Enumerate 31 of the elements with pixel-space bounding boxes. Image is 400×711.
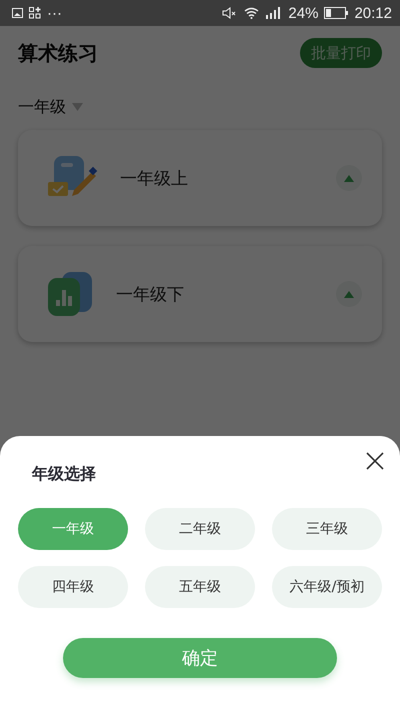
page-title: 算术练习 [18, 40, 98, 66]
grade-option[interactable]: 六年级/预初 [272, 566, 382, 608]
dropdown-icon [72, 103, 83, 111]
grade-option[interactable]: 二年级 [145, 508, 255, 550]
mute-icon [222, 7, 238, 19]
clock-time: 20:12 [354, 4, 392, 22]
grade-dropdown[interactable]: 一年级 [18, 96, 66, 118]
collapse-button[interactable] [336, 281, 362, 307]
battery-percent: 24% [288, 4, 318, 22]
batch-print-button[interactable]: 批量打印 [300, 38, 382, 68]
sheet-title: 年级选择 [32, 464, 96, 485]
triangle-up-icon [344, 174, 354, 182]
grade-option[interactable]: 三年级 [272, 508, 382, 550]
card-title: 一年级上 [120, 168, 189, 190]
close-icon[interactable] [366, 452, 384, 470]
triangle-up-icon [344, 290, 354, 298]
image-icon [12, 8, 23, 18]
more-indicator: ··· [47, 4, 62, 22]
grade-card[interactable]: 一年级上 [18, 130, 382, 226]
chart-app-icon [48, 272, 94, 316]
card-title: 一年级下 [116, 284, 185, 306]
battery-icon [324, 7, 348, 19]
signal-icon [265, 7, 282, 19]
grade-option[interactable]: 一年级 [18, 508, 128, 550]
grade-option[interactable]: 五年级 [145, 566, 255, 608]
confirm-button[interactable]: 确定 [63, 638, 337, 678]
grade-card[interactable]: 一年级下 [18, 246, 382, 342]
wifi-icon [244, 7, 260, 19]
grade-option[interactable]: 四年级 [18, 566, 128, 608]
collapse-button[interactable] [336, 165, 362, 191]
grid-icon [29, 7, 41, 19]
